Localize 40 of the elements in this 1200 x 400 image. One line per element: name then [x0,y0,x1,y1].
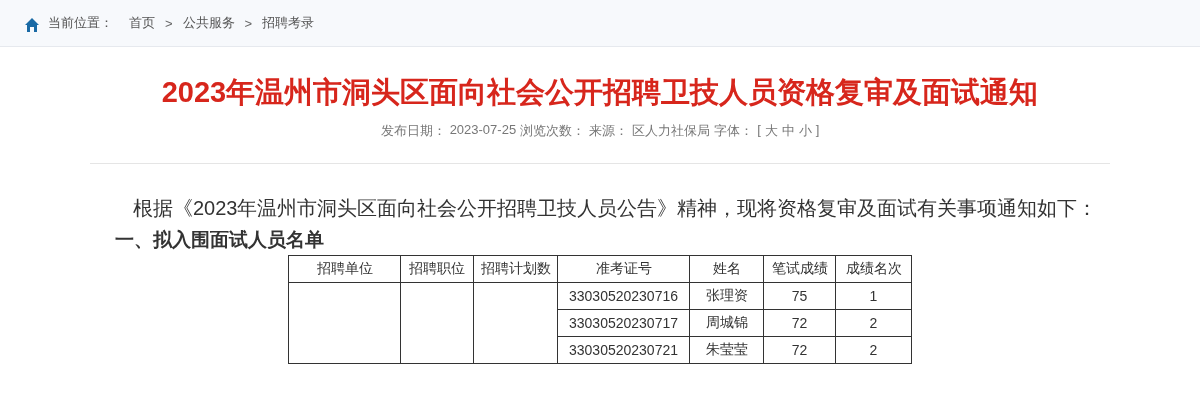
breadcrumb-link[interactable]: 公共服务 [182,14,235,32]
table-cell: 75 [763,282,836,310]
column-header: 成绩名次 [835,255,912,283]
home-icon [24,17,40,33]
section-heading: 一、拟入围面试人员名单 [114,228,325,252]
column-header: 笔试成绩 [763,255,836,283]
location-label: 当前位置： [48,14,113,32]
breadcrumb-separator: > [165,15,173,31]
font-size-link[interactable]: 大 [764,122,778,140]
bracket: ] [815,122,820,139]
table-cell: 周城锦 [689,309,764,337]
body-paragraph: 根据《2023年温州市洞头区面向社会公开招聘卫技人员公告》精神，现将资格复审及面试有关事项通知如下： [132,196,1099,221]
date-label: 发布日期： [380,122,446,140]
table-cell: 33030520230716 [557,282,690,310]
table-cell: 张理资 [689,282,764,310]
table-cell: 1 [835,282,912,310]
views-label: 浏览次数： [520,122,586,140]
column-header: 准考证号 [557,255,690,283]
font-size-link[interactable]: 中 [781,122,795,140]
breadcrumb-link[interactable]: 首页 [129,14,155,32]
table-cell: 2 [835,309,912,337]
font-size-link[interactable]: 小 [798,122,812,140]
column-header: 招聘职位 [400,255,474,283]
font-size-label: 字体： [714,122,754,140]
table-cell: 72 [763,309,836,337]
breadcrumb-separator: > [244,15,253,31]
source-label: 来源： [589,122,629,140]
column-header: 姓名 [689,255,764,283]
source-text: 区人力社保局 [632,122,711,140]
breadcrumb-link[interactable]: 招聘考录 [262,14,315,32]
table-cell: 72 [763,336,836,364]
column-header: 招聘单位 [288,255,401,283]
table-cell: 2 [835,336,912,364]
column-header: 招聘计划数 [473,255,558,283]
table-cell: 33030520230717 [557,309,690,337]
article-title: 2023年温州市洞头区面向社会公开招聘卫技人员资格复审及面试通知 [160,75,1040,110]
publish-date: 2023-07-25 [449,122,517,139]
table-cell: 朱莹莹 [689,336,764,364]
bracket: [ [757,122,761,139]
table-cell: 33030520230721 [557,336,690,364]
